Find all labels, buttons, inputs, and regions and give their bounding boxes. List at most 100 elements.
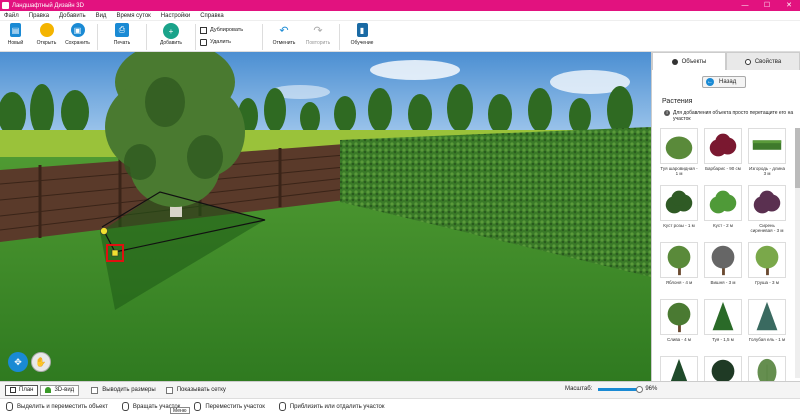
maximize-button[interactable]: ☐ xyxy=(756,0,778,11)
learning-label: Обучение xyxy=(350,40,374,46)
back-button[interactable]: ← Назад xyxy=(702,76,746,88)
trash-icon xyxy=(200,38,207,46)
plant-item[interactable]: Изгородь - длина 3 м xyxy=(748,128,786,180)
plant-item[interactable]: Сирень сиреневая - 3 м xyxy=(748,185,786,237)
move-hint-label: Переместить участок xyxy=(205,403,265,410)
3d-view-button[interactable]: 3D-вид xyxy=(40,384,80,396)
new-button[interactable]: ▤ Новый xyxy=(0,23,31,46)
plant-grid: Туя шаровидная - 1 м Барбарис - 90 см Изго… xyxy=(660,128,786,408)
show-grid-label: Показывать сетку xyxy=(176,387,226,393)
status-bar: Выделить и переместить объект Вращать уч… xyxy=(0,398,800,414)
plant-caption: Туя - 1,5 м xyxy=(712,337,734,342)
save-icon: ▣ xyxy=(70,23,85,37)
mouse-icon xyxy=(6,402,13,411)
new-label: Новый xyxy=(7,40,24,46)
close-button[interactable]: ✕ xyxy=(778,0,800,11)
drag-hint: Для добавления объекта просто перетащите… xyxy=(664,110,794,122)
save-label: Сохранить xyxy=(65,40,90,46)
plant-item[interactable]: Слива - 4 м xyxy=(660,299,698,351)
plant-caption: Барбарис - 90 см xyxy=(705,166,741,171)
gear-icon xyxy=(744,58,751,65)
plant-item[interactable]: Груша - 3 м xyxy=(748,242,786,294)
plant-thumbnail xyxy=(748,242,786,278)
objects-icon xyxy=(671,58,678,65)
garden-scene xyxy=(0,52,651,381)
tab-objects[interactable]: Объекты xyxy=(652,52,726,70)
print-button[interactable]: ⎙ Печать xyxy=(102,23,142,46)
plus-icon: + xyxy=(163,23,179,39)
toolbar: ▤ Новый Открыть ▣ Сохранить ⎙ Печать + Д… xyxy=(0,21,800,52)
plant-item[interactable]: Яблоня - 4 м xyxy=(660,242,698,294)
tab-properties[interactable]: Свойства xyxy=(726,52,800,70)
menu-edit[interactable]: Правка xyxy=(29,13,49,19)
plant-item[interactable]: Туя - 1,5 м xyxy=(704,299,742,351)
rotate-handle[interactable] xyxy=(100,227,108,235)
toolbar-divider xyxy=(97,24,98,50)
tab-objects-label: Объекты xyxy=(681,58,707,65)
show-sizes-checkbox[interactable]: Выводить размеры xyxy=(91,386,156,394)
plant-item[interactable]: Голубая ель - 1 м xyxy=(748,299,786,351)
3d-viewport[interactable]: ✥ ✋ xyxy=(0,52,651,381)
plant-item[interactable]: Вишня - 3 м xyxy=(704,242,742,294)
resize-handle[interactable] xyxy=(111,249,119,257)
zoom-hint-label: Приблизить или отдалить участок xyxy=(289,403,385,410)
plant-thumbnail xyxy=(704,299,742,335)
menu-file[interactable]: Файл xyxy=(4,13,19,19)
minimize-button[interactable]: — xyxy=(734,0,756,11)
section-title: Растения xyxy=(662,98,693,105)
plant-item[interactable]: Барбарис - 90 см xyxy=(704,128,742,180)
plant-item[interactable]: Туя шаровидная - 1 м xyxy=(660,128,698,180)
plan-icon xyxy=(10,387,16,393)
scale-control: Масштаб: 96% xyxy=(565,385,657,393)
app-icon xyxy=(2,2,9,9)
duplicate-icon xyxy=(200,26,207,34)
plant-caption: Слива - 4 м xyxy=(666,337,692,342)
delete-button[interactable]: Удалить xyxy=(200,36,258,48)
scale-slider[interactable] xyxy=(598,385,644,393)
folder-icon xyxy=(39,23,54,37)
plant-item[interactable]: Куст - 2 м xyxy=(704,185,742,237)
scrollbar-thumb[interactable] xyxy=(795,128,800,188)
duplicate-button[interactable]: Дублировать xyxy=(200,24,258,36)
plant-caption: Голубая ель - 1 м xyxy=(748,337,786,342)
show-sizes-label: Выводить размеры xyxy=(102,387,156,393)
toolbar-divider xyxy=(146,24,147,50)
menu-settings[interactable]: Настройки xyxy=(161,13,190,19)
plant-thumbnail xyxy=(660,242,698,278)
open-button[interactable]: Открыть xyxy=(31,23,62,46)
objects-panel: ← Назад Растения Для добавления объекта п… xyxy=(652,70,800,399)
menu-help[interactable]: Справка xyxy=(200,13,224,19)
save-button[interactable]: ▣ Сохранить xyxy=(62,23,93,46)
duplicate-label: Дублировать xyxy=(210,27,244,33)
plant-caption: Вишня - 3 м xyxy=(710,280,736,285)
plant-thumbnail xyxy=(748,185,786,221)
plan-view-button[interactable]: План xyxy=(5,384,39,396)
undo-icon: ↶ xyxy=(277,23,291,37)
select-hint-label: Выделить и переместить объект xyxy=(17,403,108,410)
view-navigation-button[interactable]: ✥ xyxy=(8,352,28,372)
arrow-left-icon: ← xyxy=(706,78,714,86)
undo-button[interactable]: ↶ Отменить xyxy=(267,23,301,46)
move-hint: Переместить участок xyxy=(194,402,265,411)
menu-view[interactable]: Вид xyxy=(96,13,107,19)
menu-time-of-day[interactable]: Время суток xyxy=(116,13,150,19)
view-bar: План 3D-вид Выводить размеры Показывать … xyxy=(0,381,800,398)
plant-thumbnail xyxy=(704,242,742,278)
add-label: Добавить xyxy=(159,40,183,46)
slider-thumb[interactable] xyxy=(636,385,644,393)
plan-label: План xyxy=(19,387,34,393)
menu-add[interactable]: Добавить xyxy=(59,13,86,19)
add-button[interactable]: + Добавить xyxy=(151,23,191,46)
plant-thumbnail xyxy=(704,128,742,164)
redo-button[interactable]: ↷ Повторить xyxy=(301,23,335,46)
show-grid-checkbox[interactable]: Показывать сетку xyxy=(165,386,226,394)
panel-scrollbar[interactable] xyxy=(795,128,800,378)
learning-button[interactable]: ▮ Обучение xyxy=(344,23,380,46)
undo-label: Отменить xyxy=(272,40,296,46)
hand-pan-button[interactable]: ✋ xyxy=(31,352,51,372)
open-label: Открыть xyxy=(36,40,57,46)
menu-tooltip: Меню xyxy=(170,407,190,414)
right-panel: Объекты Свойства ← Назад Растения Для доб… xyxy=(651,52,800,399)
plant-item[interactable]: Куст розы - 1 м xyxy=(660,185,698,237)
menu-bar: Файл Правка Добавить Вид Время суток Нас… xyxy=(0,11,800,21)
